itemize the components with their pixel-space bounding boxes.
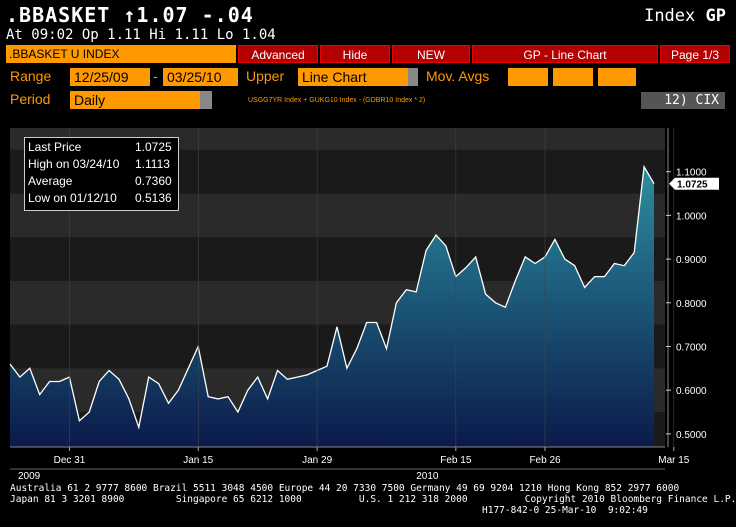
new-button[interactable]: NEW	[392, 45, 470, 63]
mov-avg-3-input[interactable]	[598, 68, 636, 86]
upper-label: Upper	[246, 68, 285, 84]
y-axis-ticks: 1.1000 1.0000 0.9000 0.8000 0.7000 0.6000 0.50…	[666, 128, 707, 447]
stats-label: Average	[28, 174, 73, 188]
y-tick-label: 0.5000	[676, 430, 707, 441]
x-tick-label: Mar 15	[658, 455, 690, 466]
y-tick-label: 1.0000	[676, 211, 707, 222]
y-tick-label: 0.8000	[676, 299, 707, 310]
stats-value: 0.7360	[135, 174, 172, 188]
x-tick-label: Jan 15	[183, 455, 213, 466]
stats-legend: Last Price 1.0725 High on 03/24/10 1.1113 Av…	[24, 137, 179, 211]
year-label: 2010	[416, 471, 439, 482]
stats-row: Average 0.7360	[28, 174, 174, 191]
security-field[interactable]: .BBASKET U INDEX	[6, 45, 236, 63]
period-label: Period	[10, 91, 51, 107]
quote-line: At 09:02 Op 1.11 Hi 1.11 Lo 1.04	[6, 27, 276, 43]
stats-row: Last Price 1.0725	[28, 140, 174, 157]
last-price-label: 1.0725	[677, 180, 708, 191]
mov-avg-2-input[interactable]	[553, 68, 593, 86]
stats-row: Low on 01/12/10 0.5136	[28, 191, 174, 208]
range-end-input[interactable]: 03/25/10	[163, 68, 238, 86]
index-word: Index	[644, 6, 696, 26]
hide-button[interactable]: Hide	[320, 45, 390, 63]
stats-value: 0.5136	[135, 191, 172, 205]
period-select[interactable]: Daily	[70, 91, 200, 109]
mov-avg-1-input[interactable]	[508, 68, 548, 86]
advanced-button[interactable]: Advanced	[238, 45, 318, 63]
chart-title-tab[interactable]: GP - Line Chart	[472, 45, 658, 63]
x-axis-ticks: Dec 31 Jan 15 Jan 29 Feb 15 Feb 26 Mar 15	[10, 446, 690, 470]
footer-contacts: Australia 61 2 9777 8600 Brazil 5511 304…	[10, 483, 680, 494]
x-tick-label: Feb 15	[440, 455, 472, 466]
stats-value: 1.0725	[135, 140, 172, 154]
stats-value: 1.1113	[135, 157, 170, 171]
stats-row: High on 03/24/10 1.1113	[28, 157, 174, 174]
stats-label: Last Price	[28, 140, 82, 154]
y-tick-label: 0.9000	[676, 255, 707, 266]
period-dropdown-handle[interactable]	[200, 91, 212, 109]
range-separator: -	[153, 68, 158, 84]
y-tick-label: 1.1000	[676, 168, 707, 179]
formula-text: USGG7YR Index + GUKG10 Index - (GDBR10 I…	[248, 97, 426, 104]
x-tick-label: Feb 26	[529, 455, 561, 466]
year-label: 2009	[18, 471, 41, 482]
page-indicator[interactable]: Page 1/3	[660, 45, 730, 63]
ticker-header: .BBASKET ↑1.07 -.04	[6, 3, 254, 27]
index-code: GP	[705, 6, 726, 26]
stats-label: High on 03/24/10	[28, 157, 120, 171]
ticker-change: ↑1.07 -.04	[123, 3, 254, 27]
range-label: Range	[10, 68, 52, 84]
mov-avgs-label: Mov. Avgs	[426, 68, 490, 84]
stats-label: Low on 01/12/10	[28, 191, 117, 205]
year-labels: 2009 2010	[18, 471, 439, 482]
y-tick-label: 0.7000	[676, 342, 707, 353]
upper-dropdown-handle[interactable]	[408, 68, 418, 86]
last-price-marker: 1.0725	[669, 177, 719, 191]
footer-contacts-2: Japan 81 3 3201 8900 Singapore 65 6212 1…	[10, 494, 736, 505]
upper-select[interactable]: Line Chart	[298, 68, 408, 86]
x-tick-label: Dec 31	[54, 455, 86, 466]
function-code: Index GP	[644, 6, 726, 26]
ticker-symbol: .BBASKET	[6, 3, 111, 27]
cix-button[interactable]: 12) CIX	[641, 92, 725, 109]
footer-timestamp: H177-842-0 25-Mar-10 9:02:49	[482, 505, 648, 516]
range-start-input[interactable]: 12/25/09	[70, 68, 150, 86]
x-tick-label: Jan 29	[302, 455, 332, 466]
y-tick-label: 0.6000	[676, 386, 707, 397]
